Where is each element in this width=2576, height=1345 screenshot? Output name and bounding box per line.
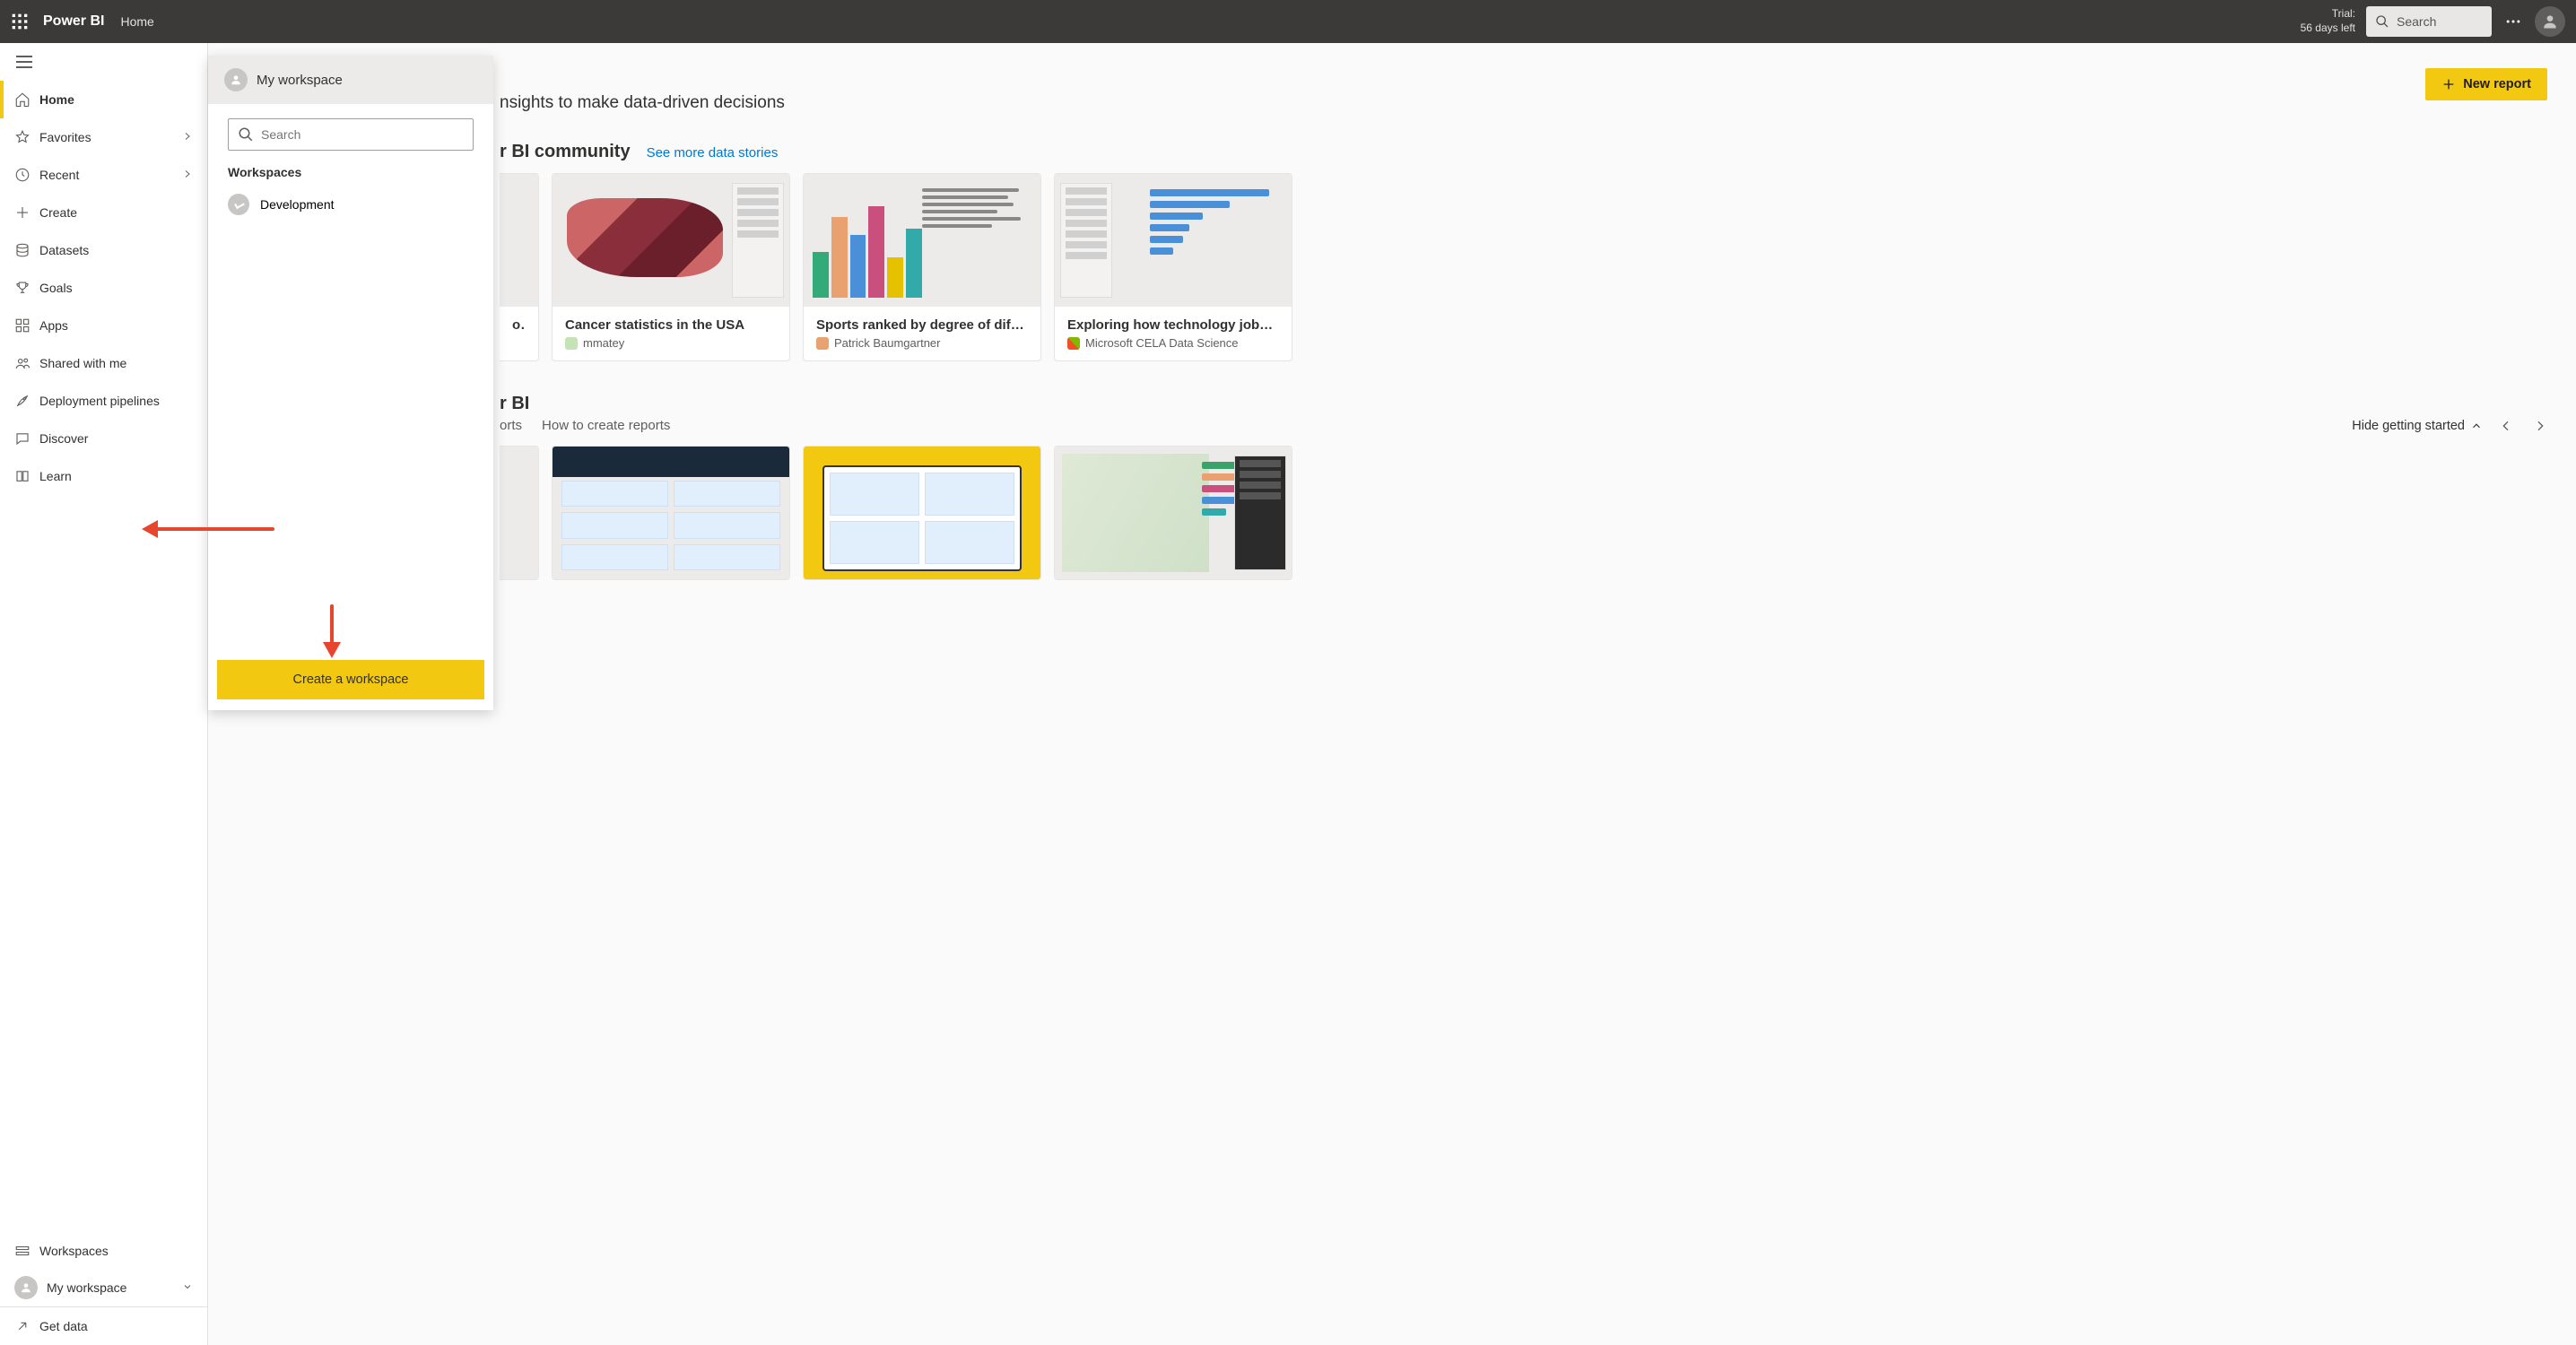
apps-icon	[14, 317, 39, 334]
create-workspace-button[interactable]: Create a workspace	[217, 660, 484, 699]
getting-started-card[interactable]	[803, 446, 1041, 580]
getting-started-card[interactable]	[500, 446, 539, 580]
community-card[interactable]: Sports ranked by degree of diffi... Patr…	[803, 173, 1041, 361]
search-icon	[238, 126, 254, 143]
plus-icon	[2441, 77, 2456, 91]
person-icon	[2541, 13, 2559, 30]
chevron-up-icon	[2470, 420, 2483, 432]
app-launcher-icon[interactable]	[11, 13, 29, 30]
database-icon	[14, 242, 39, 258]
clock-icon	[14, 167, 39, 183]
tab-item[interactable]: How to create reports	[542, 418, 670, 433]
community-card[interactable]: Exploring how technology jobs ... Micros…	[1054, 173, 1292, 361]
getting-started-card-row	[500, 446, 2547, 580]
community-card[interactable]: Cancer statistics in the USA mmatey	[552, 173, 790, 361]
chevron-down-icon	[182, 1280, 193, 1295]
workspaces-flyout: My workspace Workspaces Development Crea…	[208, 56, 493, 710]
workspace-icon	[228, 194, 249, 215]
search-icon	[2375, 14, 2389, 29]
left-nav: Home Favorites Recent Create Datasets	[0, 43, 208, 1345]
getting-started-card[interactable]	[1054, 446, 1292, 580]
chevron-right-icon	[182, 168, 193, 182]
community-heading: r BI community	[500, 142, 631, 162]
nav-item-home[interactable]: Home	[0, 81, 207, 118]
community-card-row: o... Cancer statistics in the USA mmatey	[500, 173, 2547, 361]
main-content: New report nsights to make data-driven d…	[208, 43, 2576, 1345]
getting-started-heading: r BI	[500, 394, 529, 414]
people-icon	[14, 355, 39, 371]
plus-icon	[14, 204, 39, 221]
nav-item-recent[interactable]: Recent	[0, 156, 207, 194]
book-icon	[14, 468, 39, 484]
tab-item[interactable]: orts	[500, 418, 522, 433]
workspaces-icon	[14, 1243, 39, 1259]
person-icon	[224, 68, 248, 91]
workspaces-section-label: Workspaces	[208, 161, 493, 187]
next-page-icon[interactable]	[2533, 419, 2547, 433]
nav-item-create[interactable]: Create	[0, 194, 207, 231]
see-more-link[interactable]: See more data stories	[647, 145, 779, 161]
chevron-right-icon	[182, 130, 193, 144]
workspace-item-development[interactable]: Development	[208, 187, 493, 222]
person-icon	[14, 1276, 38, 1299]
breadcrumb[interactable]: Home	[120, 14, 153, 29]
star-icon	[14, 129, 39, 145]
nav-item-get-data[interactable]: Get data	[0, 1307, 207, 1345]
annotation-arrow-workspaces	[142, 522, 274, 536]
chat-icon	[14, 430, 39, 447]
nav-item-shared[interactable]: Shared with me	[0, 344, 207, 382]
annotation-arrow-create	[325, 604, 339, 658]
nav-item-pipelines[interactable]: Deployment pipelines	[0, 382, 207, 420]
nav-collapse-button[interactable]	[0, 43, 207, 81]
nav-item-apps[interactable]: Apps	[0, 307, 207, 344]
getting-started-tabs: orts How to create reports	[500, 418, 670, 433]
nav-item-my-workspace[interactable]: My workspace	[0, 1269, 207, 1306]
more-options-icon[interactable]	[2504, 13, 2522, 30]
brand-label: Power BI	[43, 13, 104, 30]
export-icon	[14, 1318, 39, 1334]
trial-status: Trial: 56 days left	[2301, 7, 2355, 35]
getting-started-card[interactable]	[552, 446, 790, 580]
nav-item-discover[interactable]: Discover	[0, 420, 207, 457]
page-subtitle: nsights to make data-driven decisions	[500, 93, 2547, 113]
workspace-search-input[interactable]	[228, 118, 474, 151]
flyout-my-workspace[interactable]: My workspace	[208, 56, 493, 104]
nav-item-workspaces[interactable]: Workspaces	[0, 1231, 207, 1269]
nav-item-goals[interactable]: Goals	[0, 269, 207, 307]
trophy-icon	[14, 280, 39, 296]
new-report-button[interactable]: New report	[2425, 68, 2547, 100]
rocket-icon	[14, 393, 39, 409]
user-avatar[interactable]	[2535, 6, 2565, 37]
hide-getting-started-button[interactable]: Hide getting started	[2352, 419, 2483, 433]
hamburger-icon	[16, 56, 32, 68]
home-icon	[14, 91, 39, 108]
nav-item-learn[interactable]: Learn	[0, 457, 207, 495]
nav-item-favorites[interactable]: Favorites	[0, 118, 207, 156]
community-card[interactable]: o...	[500, 173, 539, 361]
nav-item-datasets[interactable]: Datasets	[0, 231, 207, 269]
global-search-input[interactable]: Search	[2366, 6, 2492, 37]
prev-page-icon[interactable]	[2499, 419, 2513, 433]
